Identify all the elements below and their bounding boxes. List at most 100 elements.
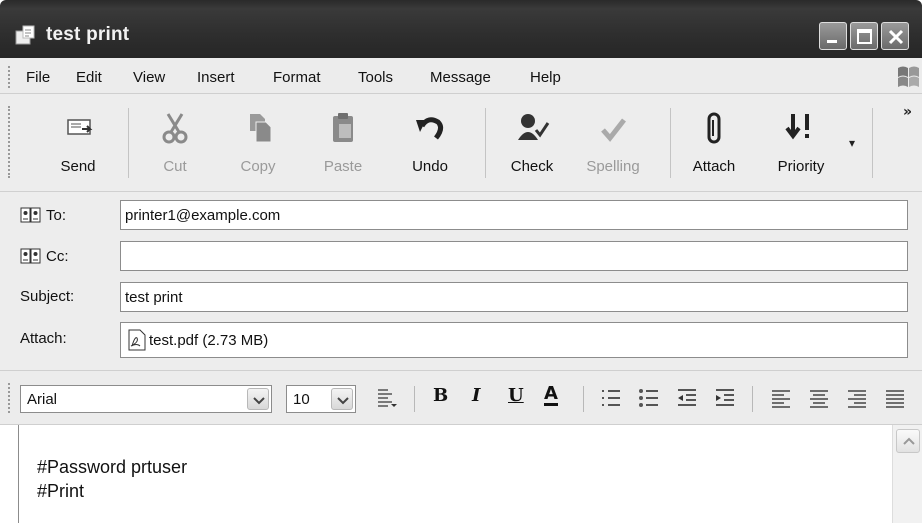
- menu-view[interactable]: View: [133, 69, 165, 86]
- menu-edit[interactable]: Edit: [76, 69, 102, 86]
- format-separator: [583, 386, 584, 412]
- size-dropdown-button[interactable]: [331, 388, 353, 410]
- menubar-grip[interactable]: [8, 66, 11, 88]
- format-separator: [414, 386, 415, 412]
- vertical-scrollbar[interactable]: [892, 425, 922, 523]
- menu-insert[interactable]: Insert: [197, 69, 235, 86]
- minimize-icon: [827, 40, 837, 43]
- menu-bar: File Edit View Insert Format Tools Messa…: [0, 58, 922, 94]
- to-label: To:: [46, 206, 67, 224]
- attach-button[interactable]: Attach: [682, 102, 746, 184]
- cc-label-button[interactable]: Cc:: [20, 247, 69, 265]
- pdf-file-icon: [128, 329, 146, 351]
- bold-button[interactable]: B: [433, 385, 448, 406]
- priority-dropdown-icon[interactable]: ▾: [849, 136, 855, 150]
- menu-file[interactable]: File: [26, 69, 50, 86]
- minimize-button[interactable]: [819, 22, 847, 50]
- menu-format[interactable]: Format: [273, 69, 321, 86]
- maximize-icon: [857, 29, 872, 44]
- title-bar: test print: [0, 0, 922, 58]
- toolbar-separator: [485, 108, 486, 178]
- menu-help[interactable]: Help: [530, 69, 561, 86]
- attach-field-label: Attach:: [20, 330, 67, 347]
- paste-label: Paste: [323, 158, 363, 175]
- chevron-up-icon: [903, 437, 915, 445]
- toolbar-overflow-icon[interactable]: »: [903, 104, 912, 120]
- toolbar-grip[interactable]: [8, 106, 11, 178]
- cut-button[interactable]: Cut: [150, 102, 200, 184]
- paperclip-icon: [707, 112, 721, 144]
- toolbar-separator: [670, 108, 671, 178]
- attachment-name[interactable]: test.pdf (2.73 MB): [149, 332, 268, 349]
- spelling-label: Spelling: [586, 158, 640, 175]
- close-button[interactable]: [881, 22, 909, 50]
- send-icon: [67, 119, 93, 135]
- menu-tools[interactable]: Tools: [358, 69, 393, 86]
- priority-button[interactable]: Priority: [762, 102, 840, 184]
- cc-label: Cc:: [46, 247, 69, 265]
- scissors-icon: [162, 113, 188, 144]
- font-name-value: Arial: [27, 391, 58, 408]
- toolbar: Send Cut Copy Paste Undo Check Spelling …: [0, 94, 922, 192]
- format-toolbar: Arial 10 B I U A: [0, 370, 922, 425]
- close-icon: [888, 29, 904, 45]
- format-separator: [752, 386, 753, 412]
- check-label: Check: [510, 158, 554, 175]
- spelling-button[interactable]: Spelling: [574, 102, 652, 184]
- font-dropdown-button[interactable]: [247, 388, 269, 410]
- address-book-icon: [20, 207, 41, 223]
- body-line: #Print: [37, 481, 85, 501]
- priority-icon: [785, 114, 809, 140]
- cc-field[interactable]: [120, 241, 908, 271]
- bullet-list-icon[interactable]: [638, 387, 660, 409]
- undo-icon: [416, 117, 444, 140]
- font-size-value: 10: [293, 391, 310, 408]
- windows-logo-icon: [898, 66, 919, 87]
- body-line: #Password prtuser: [37, 457, 188, 477]
- maximize-button[interactable]: [850, 22, 878, 50]
- toolbar-separator: [128, 108, 129, 178]
- message-body[interactable]: #Password prtuser #Print: [18, 425, 922, 523]
- clipboard-icon: [333, 113, 353, 142]
- copy-button[interactable]: Copy: [230, 102, 286, 184]
- font-size-select[interactable]: 10: [286, 385, 356, 413]
- send-button[interactable]: Send: [48, 102, 108, 184]
- check-names-icon: [518, 114, 550, 140]
- increase-indent-icon[interactable]: [714, 387, 736, 409]
- numbered-list-icon[interactable]: [600, 387, 622, 409]
- italic-button[interactable]: I: [472, 385, 480, 406]
- align-center-icon[interactable]: [808, 387, 830, 409]
- align-right-icon[interactable]: [846, 387, 868, 409]
- menu-message[interactable]: Message: [430, 69, 491, 86]
- subject-label: Subject:: [20, 288, 75, 305]
- attachment-field[interactable]: test.pdf (2.73 MB): [120, 322, 908, 358]
- check-button[interactable]: Check: [500, 102, 564, 184]
- to-field[interactable]: printer1@example.com: [120, 200, 908, 230]
- align-left-icon[interactable]: [770, 387, 792, 409]
- envelope-icon: [15, 25, 35, 45]
- formatbar-grip[interactable]: [8, 383, 11, 413]
- justify-icon[interactable]: [884, 387, 906, 409]
- copy-icon: [250, 114, 272, 143]
- decrease-indent-icon[interactable]: [676, 387, 698, 409]
- undo-button[interactable]: Undo: [402, 102, 458, 184]
- chevron-down-icon: [337, 397, 349, 405]
- paragraph-style-icon[interactable]: [376, 387, 398, 409]
- font-color-button[interactable]: A: [544, 385, 558, 406]
- priority-label: Priority: [777, 158, 825, 175]
- underline-button[interactable]: U: [508, 385, 524, 406]
- scroll-up-button[interactable]: [896, 429, 920, 453]
- message-headers: To: printer1@example.com Cc: Subject: te…: [0, 192, 922, 370]
- toolbar-separator: [872, 108, 873, 178]
- to-label-button[interactable]: To:: [20, 206, 66, 224]
- window-title: test print: [46, 24, 130, 45]
- font-name-select[interactable]: Arial: [20, 385, 272, 413]
- subject-field[interactable]: test print: [120, 282, 908, 312]
- send-label: Send: [60, 158, 96, 175]
- paste-button[interactable]: Paste: [315, 102, 371, 184]
- undo-label: Undo: [412, 158, 448, 175]
- chevron-down-icon: [253, 397, 265, 405]
- attach-label: Attach: [692, 158, 736, 175]
- spellcheck-icon: [601, 118, 626, 142]
- cut-label: Cut: [163, 158, 187, 175]
